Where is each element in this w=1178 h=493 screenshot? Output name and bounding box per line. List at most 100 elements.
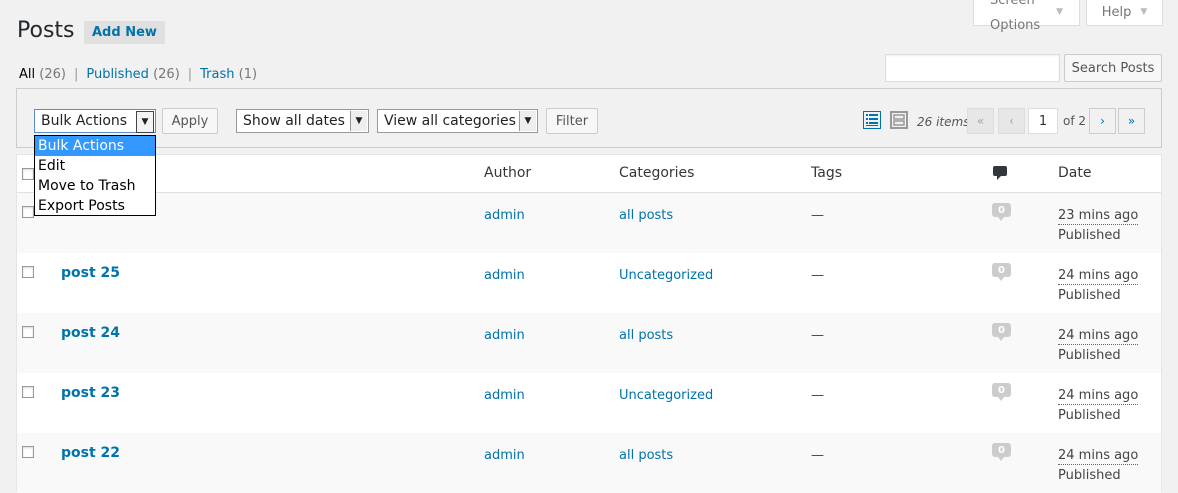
table-row: post 24 admin all posts — 0 24 mins ago …	[17, 313, 1161, 373]
author-link[interactable]: admin	[484, 388, 525, 403]
total-pages: of 2	[1063, 114, 1087, 128]
bulk-actions-dropdown-list: Bulk Actions Edit Move to Trash Export P…	[34, 135, 156, 216]
post-date: 24 mins ago	[1058, 448, 1139, 465]
help-label: Help	[1101, 5, 1132, 20]
add-new-button[interactable]: Add New	[84, 21, 165, 44]
post-status-filters: All (26) | Published (26) | Trash (1)	[19, 67, 257, 82]
filter-trash-count: (1)	[238, 67, 258, 82]
post-title-link[interactable]: post 25	[61, 265, 120, 281]
next-page-button[interactable]: ›	[1089, 108, 1116, 134]
posts-table: Author Categories Tags Date admin all po…	[16, 154, 1162, 493]
dates-select[interactable]: Show all dates ▼	[236, 109, 369, 133]
post-title-link[interactable]: post 23	[61, 385, 120, 401]
filter-separator: |	[73, 67, 79, 82]
filter-all-count: (26)	[39, 67, 66, 82]
column-categories: Categories	[619, 165, 695, 181]
category-link[interactable]: all posts	[619, 208, 673, 223]
table-row: post 25 admin Uncategorized — 0 24 mins …	[17, 253, 1161, 313]
column-tags: Tags	[811, 165, 842, 181]
post-title-link[interactable]: post 22	[61, 445, 120, 461]
post-title-link[interactable]: post 24	[61, 325, 120, 341]
author-link[interactable]: admin	[484, 328, 525, 343]
post-status: Published	[1058, 288, 1121, 303]
apply-button[interactable]: Apply	[162, 108, 218, 134]
filter-all[interactable]: All (26)	[19, 67, 66, 82]
column-date[interactable]: Date	[1058, 165, 1091, 181]
last-page-button[interactable]: »	[1118, 108, 1145, 134]
screen-options-button[interactable]: Screen Options ▼	[973, 0, 1080, 33]
screen-meta-links: Screen Options ▼ Help ▼	[973, 0, 1163, 33]
dropdown-arrow-icon: ▼	[350, 111, 367, 131]
current-page-input[interactable]: 1	[1028, 108, 1058, 134]
post-date: 23 mins ago	[1058, 208, 1139, 225]
post-status: Published	[1058, 228, 1121, 243]
list-view-icon[interactable]	[863, 111, 881, 129]
caret-down-icon: ▼	[1140, 7, 1148, 17]
excerpt-view-icon[interactable]	[890, 111, 908, 129]
category-link[interactable]: Uncategorized	[619, 388, 713, 403]
items-count: 26 items	[917, 115, 970, 129]
dates-value: Show all dates	[243, 113, 345, 129]
row-checkbox[interactable]	[22, 446, 34, 458]
bulk-actions-value: Bulk Actions	[41, 113, 128, 129]
bulk-option-bulk-actions[interactable]: Bulk Actions	[35, 136, 155, 156]
bulk-option-move-to-trash[interactable]: Move to Trash	[35, 176, 155, 196]
category-link[interactable]: all posts	[619, 448, 673, 463]
row-checkbox[interactable]	[22, 326, 34, 338]
table-header: Author Categories Tags Date	[17, 155, 1161, 193]
screen-options-label: Screen Options	[990, 0, 1041, 33]
search-posts-button[interactable]: Search Posts	[1064, 54, 1162, 82]
tags-value: —	[811, 268, 824, 283]
bulk-actions-select[interactable]: Bulk Actions ▼	[34, 109, 156, 133]
first-page-button: «	[967, 108, 994, 134]
post-status: Published	[1058, 348, 1121, 363]
author-link[interactable]: admin	[484, 448, 525, 463]
filter-trash-label: Trash	[200, 67, 235, 82]
caret-down-icon: ▼	[1056, 7, 1063, 17]
row-checkbox[interactable]	[22, 206, 34, 218]
search-input[interactable]	[885, 54, 1060, 82]
comment-count-bubble[interactable]: 0	[992, 203, 1011, 221]
tags-value: —	[811, 388, 824, 403]
filter-separator: |	[187, 67, 193, 82]
category-link[interactable]: Uncategorized	[619, 268, 713, 283]
categories-select[interactable]: View all categories ▼	[377, 109, 538, 133]
bulk-option-export-posts[interactable]: Export Posts	[35, 196, 155, 216]
comment-count-bubble[interactable]: 0	[992, 383, 1011, 401]
filter-published-label: Published	[86, 67, 149, 82]
bulk-option-edit[interactable]: Edit	[35, 156, 155, 176]
filter-published[interactable]: Published (26)	[86, 67, 179, 82]
select-all-checkbox[interactable]	[22, 168, 34, 180]
page-title: Posts	[17, 18, 75, 43]
post-date: 24 mins ago	[1058, 328, 1139, 345]
column-author[interactable]: Author	[484, 165, 531, 181]
table-row: post 23 admin Uncategorized — 0 24 mins …	[17, 373, 1161, 433]
table-row: admin all posts — 0 23 mins ago Publishe…	[17, 193, 1161, 253]
tags-value: —	[811, 208, 824, 223]
dropdown-arrow-icon: ▼	[519, 111, 536, 131]
prev-page-button: ‹	[998, 108, 1025, 134]
comment-count-bubble[interactable]: 0	[992, 323, 1011, 341]
dropdown-arrow-icon: ▼	[136, 111, 154, 133]
row-checkbox[interactable]	[22, 266, 34, 278]
post-status: Published	[1058, 408, 1121, 423]
categories-value: View all categories	[384, 113, 516, 129]
row-checkbox[interactable]	[22, 386, 34, 398]
filter-button[interactable]: Filter	[546, 108, 598, 134]
filter-trash[interactable]: Trash (1)	[200, 67, 257, 82]
category-link[interactable]: all posts	[619, 328, 673, 343]
tags-value: —	[811, 328, 824, 343]
comments-column-icon[interactable]	[993, 166, 1007, 181]
author-link[interactable]: admin	[484, 208, 525, 223]
filter-all-label: All	[19, 67, 36, 82]
author-link[interactable]: admin	[484, 268, 525, 283]
post-status: Published	[1058, 468, 1121, 483]
post-date: 24 mins ago	[1058, 388, 1139, 405]
filter-published-count: (26)	[153, 67, 180, 82]
tablenav-top: Bulk Actions ▼ Apply Show all dates ▼ Vi…	[16, 88, 1162, 148]
tags-value: —	[811, 448, 824, 463]
comment-count-bubble[interactable]: 0	[992, 443, 1011, 461]
comment-count-bubble[interactable]: 0	[992, 263, 1011, 281]
post-date: 24 mins ago	[1058, 268, 1139, 285]
help-button[interactable]: Help ▼	[1086, 0, 1163, 26]
